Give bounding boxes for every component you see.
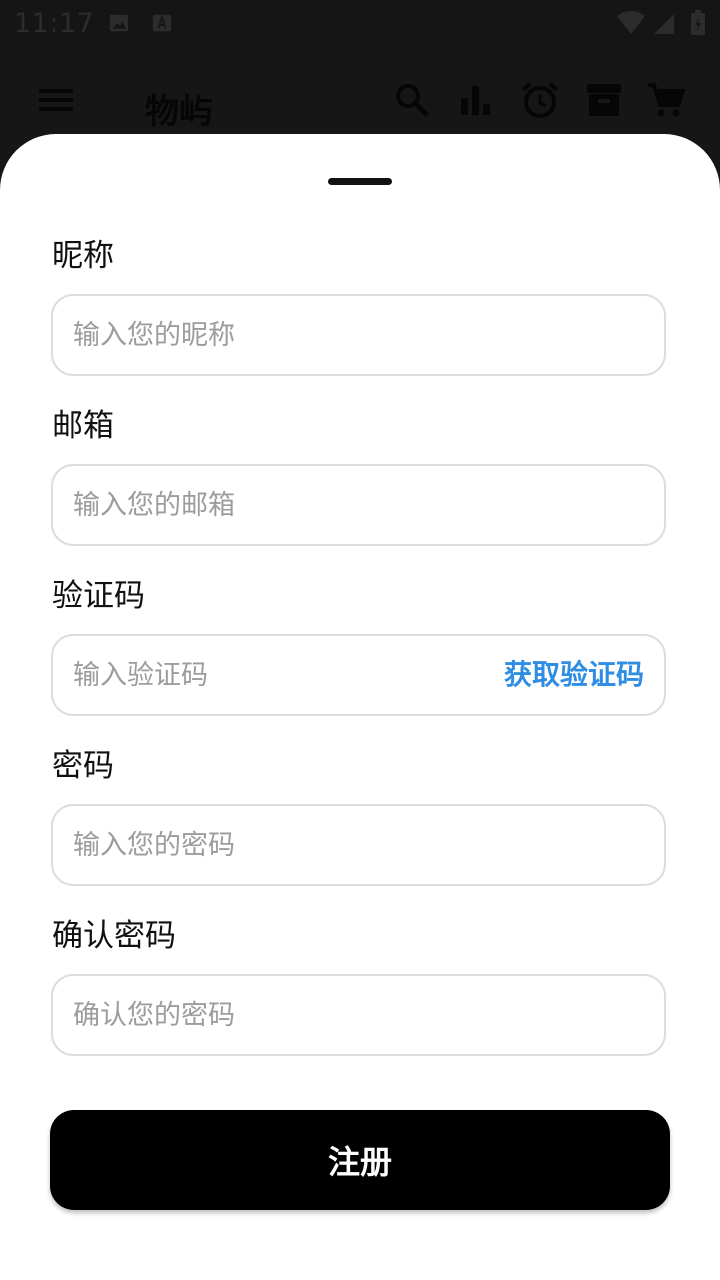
bar-chart-icon[interactable] xyxy=(456,80,496,120)
nickname-field[interactable] xyxy=(51,294,666,376)
email-label: 邮箱 xyxy=(52,408,114,444)
app-title: 物屿 xyxy=(145,92,213,132)
register-sheet: 昵称 邮箱 验证码 获取验证码 密码 确认密码 注册 xyxy=(0,134,720,1280)
get-code-button[interactable]: 获取验证码 xyxy=(504,636,644,714)
alarm-icon[interactable] xyxy=(520,80,560,120)
email-input[interactable] xyxy=(73,466,643,544)
cart-icon[interactable] xyxy=(646,80,686,120)
status-bar: 11:17 xyxy=(0,0,720,48)
battery-icon xyxy=(691,10,705,35)
code-input[interactable] xyxy=(73,636,473,714)
image-icon xyxy=(109,14,129,32)
code-field[interactable]: 获取验证码 xyxy=(51,634,666,716)
cellular-icon xyxy=(654,14,674,34)
menu-icon[interactable] xyxy=(36,80,76,120)
register-button[interactable]: 注册 xyxy=(50,1110,670,1210)
confirm-password-field[interactable] xyxy=(51,974,666,1056)
nickname-input[interactable] xyxy=(73,296,643,374)
password-label: 密码 xyxy=(52,748,114,784)
confirm-password-label: 确认密码 xyxy=(52,918,176,954)
confirm-password-input[interactable] xyxy=(73,976,643,1054)
password-input[interactable] xyxy=(73,806,643,884)
password-field[interactable] xyxy=(51,804,666,886)
drag-handle[interactable] xyxy=(328,178,392,185)
code-label: 验证码 xyxy=(52,578,145,614)
wifi-icon xyxy=(617,11,645,34)
a-notification-icon xyxy=(152,14,172,32)
search-icon[interactable] xyxy=(392,80,432,120)
status-time: 11:17 xyxy=(14,8,95,39)
archive-icon[interactable] xyxy=(584,80,624,120)
nickname-label: 昵称 xyxy=(52,238,114,274)
email-field[interactable] xyxy=(51,464,666,546)
